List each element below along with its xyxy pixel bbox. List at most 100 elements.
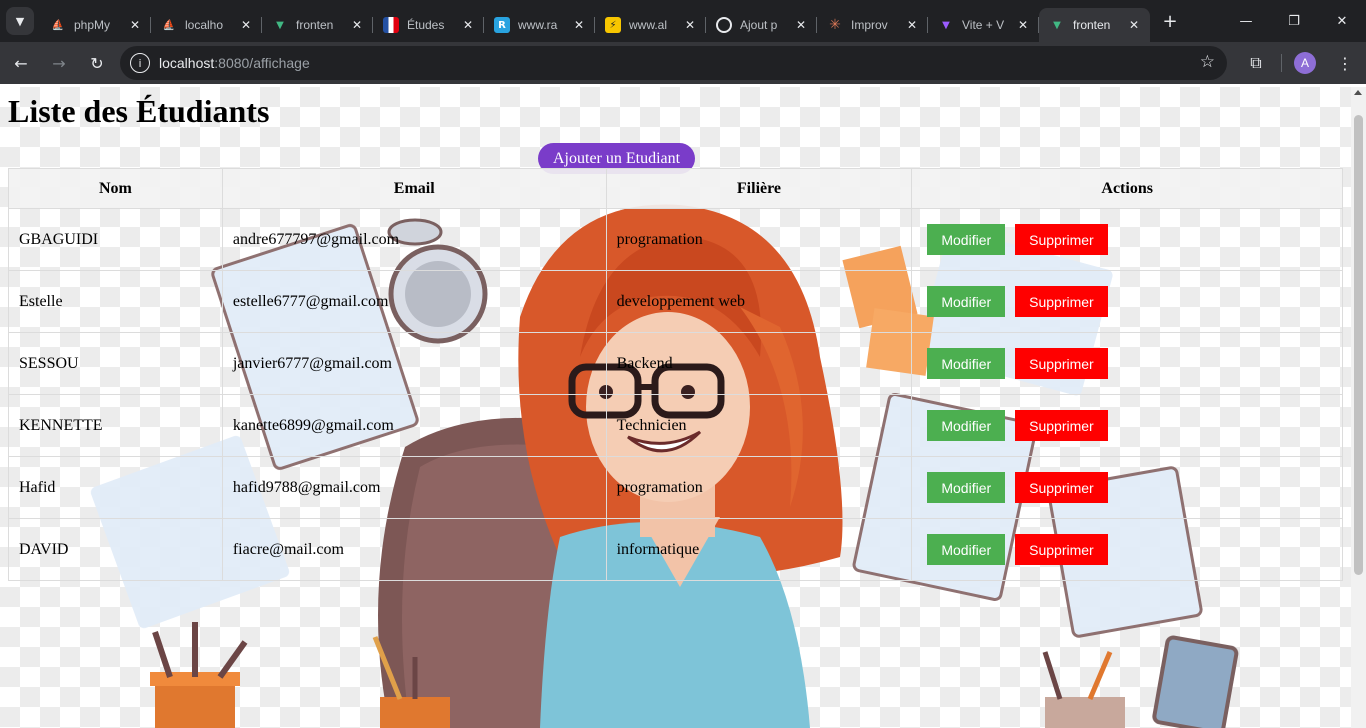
tab-frontend[interactable]: ▼ fronten ✕ (262, 8, 373, 42)
page-title: Liste des Étudiants (8, 93, 270, 129)
tab-site-al[interactable]: ⚡ www.al ✕ (595, 8, 706, 42)
page-scrollbar[interactable] (1351, 87, 1366, 728)
cell-nom: DAVID (8, 518, 223, 581)
cell-filiere: informatique (605, 518, 913, 581)
tab-title: fronten (296, 18, 334, 32)
table-row: SESSOU janvier6777@gmail.com Backend Mod… (8, 332, 1343, 395)
toolbar-right: ⧉ A ⋮ (1239, 42, 1366, 84)
modify-button[interactable]: Modifier (927, 224, 1006, 255)
close-icon[interactable]: ✕ (238, 18, 254, 32)
tab-frontend-active[interactable]: ▼ fronten ✕ (1039, 8, 1150, 42)
modify-button[interactable]: Modifier (927, 348, 1006, 379)
cell-email: janvier6777@gmail.com (221, 332, 607, 395)
delete-button[interactable]: Supprimer (1015, 472, 1108, 503)
close-window-icon[interactable]: ✕ (1318, 0, 1366, 42)
tabs: ⛵ phpMy ✕ ⛵ localho ✕ ▼ fronten ✕ Études… (40, 0, 1150, 42)
delete-button[interactable]: Supprimer (1015, 348, 1108, 379)
phpmyadmin-icon: ⛵ (51, 19, 65, 31)
cell-nom: SESSOU (8, 332, 223, 395)
minimize-icon[interactable]: — (1222, 0, 1270, 42)
extensions-icon[interactable]: ⧉ (1239, 53, 1273, 73)
cell-actions: Modifier Supprimer (911, 270, 1343, 333)
cell-filiere: programation (605, 456, 913, 519)
site-icon: R (494, 17, 510, 33)
table-row: DAVID fiacre@mail.com informatique Modif… (8, 518, 1343, 581)
scroll-up-icon[interactable] (1354, 90, 1362, 95)
table-header-row: Nom Email Filière Actions (8, 168, 1343, 209)
close-icon[interactable]: ✕ (127, 18, 143, 32)
students-table: Nom Email Filière Actions GBAGUIDI andre… (8, 168, 1343, 581)
scroll-thumb[interactable] (1354, 115, 1363, 575)
delete-button[interactable]: Supprimer (1015, 534, 1108, 565)
tab-title: Improv (851, 18, 888, 32)
close-icon[interactable]: ✕ (1126, 18, 1142, 32)
toolbar-divider (1281, 54, 1282, 72)
back-icon[interactable]: ← (4, 46, 38, 80)
delete-button[interactable]: Supprimer (1015, 286, 1108, 317)
restore-icon[interactable]: ❐ (1270, 0, 1318, 42)
address-bar[interactable]: i localhost:8080/affichage ☆ (120, 46, 1227, 80)
claude-icon: ✳ (829, 17, 841, 33)
close-icon[interactable]: ✕ (1015, 18, 1031, 32)
cell-actions: Modifier Supprimer (911, 332, 1343, 395)
tab-improve[interactable]: ✳ Improv ✕ (817, 8, 928, 42)
url-host: localhost (159, 55, 215, 71)
vue-icon: ▼ (276, 19, 284, 31)
close-icon[interactable]: ✕ (460, 18, 476, 32)
tab-title: localho (185, 18, 224, 32)
tab-phpmyadmin[interactable]: ⛵ phpMy ✕ (40, 8, 151, 42)
close-icon[interactable]: ✕ (682, 18, 698, 32)
url-text[interactable]: localhost:8080/affichage (159, 55, 310, 71)
page-viewport: Liste des Étudiants Ajouter un Etudiant … (0, 87, 1351, 728)
tab-search-icon[interactable]: ▼ (6, 7, 34, 35)
tab-title: www.al (629, 18, 668, 32)
modify-button[interactable]: Modifier (927, 286, 1006, 317)
tab-title: www.ra (518, 18, 558, 32)
tab-title: phpMy (74, 18, 111, 32)
cell-filiere: developpement web (605, 270, 913, 333)
column-header-filiere: Filière (605, 168, 913, 209)
cell-actions: Modifier Supprimer (911, 456, 1343, 519)
chatgpt-icon (716, 17, 732, 33)
kebab-menu-icon[interactable]: ⋮ (1330, 54, 1360, 73)
forward-icon[interactable]: → (42, 46, 76, 80)
table-row: Estelle estelle6777@gmail.com developpem… (8, 270, 1343, 333)
cell-email: hafid9788@gmail.com (221, 456, 607, 519)
phpmyadmin-icon: ⛵ (162, 19, 176, 31)
tab-title: Ajout p (740, 18, 778, 32)
tab-ajout[interactable]: Ajout p ✕ (706, 8, 817, 42)
cell-nom: GBAGUIDI (8, 208, 223, 271)
cell-filiere: Technicien (605, 394, 913, 457)
close-icon[interactable]: ✕ (904, 18, 920, 32)
tab-site-ra[interactable]: R www.ra ✕ (484, 8, 595, 42)
tab-localhost[interactable]: ⛵ localho ✕ (151, 8, 262, 42)
delete-button[interactable]: Supprimer (1015, 224, 1108, 255)
modify-button[interactable]: Modifier (927, 472, 1006, 503)
table-row: KENNETTE kanette6899@gmail.com Technicie… (8, 394, 1343, 457)
modify-button[interactable]: Modifier (927, 410, 1006, 441)
tab-etudes[interactable]: Études ✕ (373, 8, 484, 42)
tab-title: Études (407, 18, 445, 32)
cell-actions: Modifier Supprimer (911, 518, 1343, 581)
close-icon[interactable]: ✕ (349, 18, 365, 32)
bookmark-star-icon[interactable]: ☆ (1200, 52, 1215, 72)
tab-vite[interactable]: ▼ Vite + V ✕ (928, 8, 1039, 42)
cell-email: estelle6777@gmail.com (221, 270, 607, 333)
tab-title: fronten (1073, 18, 1111, 32)
modify-button[interactable]: Modifier (927, 534, 1006, 565)
column-header-nom: Nom (8, 168, 223, 209)
page-content: Liste des Étudiants Ajouter un Etudiant … (8, 87, 1343, 581)
cell-email: andre677797@gmail.com (221, 208, 607, 271)
table-row: GBAGUIDI andre677797@gmail.com programat… (8, 208, 1343, 271)
site-info-icon[interactable]: i (130, 53, 150, 73)
profile-avatar[interactable]: A (1294, 52, 1316, 74)
reload-icon[interactable]: ↻ (80, 46, 114, 80)
url-path: :8080/affichage (214, 55, 310, 71)
close-icon[interactable]: ✕ (571, 18, 587, 32)
tab-strip: ▼ ⛵ phpMy ✕ ⛵ localho ✕ ▼ fronten ✕ Étud… (0, 0, 1366, 42)
delete-button[interactable]: Supprimer (1015, 410, 1108, 441)
new-tab-icon[interactable]: + (1156, 7, 1184, 35)
cell-nom: Hafid (8, 456, 223, 519)
cell-actions: Modifier Supprimer (911, 208, 1343, 271)
close-icon[interactable]: ✕ (793, 18, 809, 32)
